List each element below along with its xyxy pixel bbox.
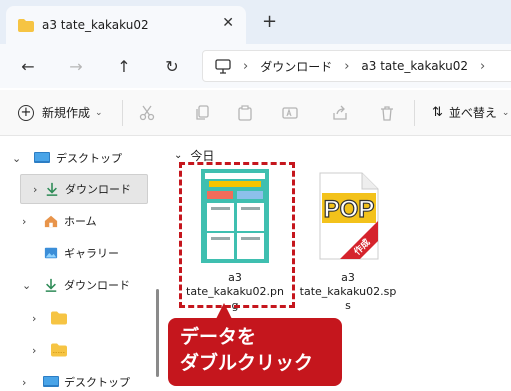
chevron-right-icon: › (243, 58, 249, 74)
chevron-right-icon: › (344, 58, 350, 74)
delete-icon[interactable] (377, 103, 397, 123)
share-icon[interactable] (330, 103, 350, 123)
sidebar-item-downloads-tree[interactable]: ⌄ ダウンロード (0, 270, 148, 300)
rename-icon[interactable] (280, 103, 300, 123)
chevron-down-icon: ⌄ (95, 107, 103, 118)
chevron-right-icon: › (480, 58, 486, 74)
sidebar-item-home[interactable]: › ホーム (0, 206, 148, 236)
sidebar-item-gallery[interactable]: ギャラリー (0, 238, 148, 268)
callout-pointer (216, 303, 232, 319)
breadcrumb-downloads[interactable]: ダウンロード (260, 58, 332, 75)
sidebar-item-label: ギャラリー (64, 247, 119, 260)
refresh-button[interactable]: ↻ (160, 54, 184, 78)
chevron-right-icon[interactable]: › (33, 183, 37, 196)
chevron-right-icon[interactable]: › (32, 312, 36, 325)
desktop-icon (43, 376, 59, 387)
tab-strip: a3 tate_kakaku02 ✕ + (0, 0, 511, 44)
download-icon (45, 278, 57, 292)
computer-icon (215, 58, 231, 74)
command-toolbar: + 新規作成 ⌄ ⇅ 並べ替え ⌄ (0, 90, 511, 136)
scrollbar[interactable] (156, 289, 159, 377)
file-item-sps[interactable]: POP 作成 a3 tate_kakaku02.sp s (292, 169, 404, 313)
download-icon (46, 182, 58, 196)
folder-icon (51, 311, 67, 325)
folder-icon (51, 343, 67, 357)
sidebar-item-label: ホーム (64, 215, 97, 228)
file-name-line: a3 (341, 271, 355, 284)
up-button[interactable]: ↑ (112, 54, 136, 78)
sidebar-item-label: ダウンロード (64, 279, 130, 292)
plus-icon: + (18, 104, 34, 121)
sidebar-item-label: ダウンロード (65, 183, 131, 196)
pop-maker-file-icon: POP 作成 (319, 172, 379, 260)
sidebar-item-desktop[interactable]: ⌄ デスクトップ (0, 143, 148, 173)
new-button-label: 新規作成 (42, 106, 91, 120)
chevron-right-icon[interactable]: › (22, 376, 26, 389)
close-tab-button[interactable]: ✕ (222, 15, 234, 31)
copy-icon[interactable] (192, 103, 212, 123)
callout-line: ダブルクリック (180, 352, 314, 374)
navigation-pane: ⌄ デスクトップ › ダウンロード › ホーム ギャラリー ⌄ ダウンロード ›… (0, 137, 160, 391)
sidebar-item-label: デスクトップ (56, 152, 122, 165)
highlight-frame (179, 162, 295, 308)
chevron-down-icon[interactable]: ⌄ (12, 152, 21, 165)
callout-line: データを (180, 326, 257, 348)
sort-icon: ⇅ (432, 105, 443, 120)
sidebar-item-label: デスクトップ (64, 376, 130, 389)
toolbar-divider (414, 100, 415, 126)
new-tab-button[interactable]: + (262, 11, 277, 32)
sidebar-item-downloads[interactable]: › ダウンロード (20, 174, 148, 204)
sidebar-item-desktop-tree[interactable]: › デスクトップ (0, 367, 148, 391)
chevron-down-icon: ⌄ (501, 107, 510, 118)
sidebar-item-folder[interactable]: › (0, 335, 148, 365)
toolbar-divider (122, 100, 123, 126)
file-name-line: s (345, 299, 351, 312)
paste-icon[interactable] (235, 103, 255, 123)
desktop-icon (34, 152, 50, 163)
chevron-right-icon[interactable]: › (22, 215, 26, 228)
back-button[interactable]: ← (16, 54, 40, 78)
chevron-down-icon[interactable]: ⌄ (22, 279, 31, 292)
address-bar[interactable]: › ダウンロード › a3 tate_kakaku02 › (202, 50, 511, 82)
chevron-right-icon[interactable]: › (32, 344, 36, 357)
pop-text: POP (324, 196, 375, 223)
sidebar-item-folder[interactable]: › (0, 303, 148, 333)
file-name-line: tate_kakaku02.sp (299, 285, 397, 298)
tab-active[interactable]: a3 tate_kakaku02 ✕ (6, 6, 246, 44)
gallery-icon (44, 247, 58, 259)
new-button[interactable]: + 新規作成 ⌄ (18, 104, 103, 121)
breadcrumb-current-folder[interactable]: a3 tate_kakaku02 (361, 59, 468, 73)
home-icon (44, 215, 58, 228)
folder-icon (18, 18, 34, 32)
cut-icon[interactable] (137, 103, 157, 123)
sort-button[interactable]: ⇅ 並べ替え ⌄ (432, 104, 509, 121)
chevron-down-icon: ⌄ (174, 150, 183, 161)
navigation-bar: ← → ↑ ↻ › ダウンロード › a3 tate_kakaku02 › (0, 44, 511, 88)
sort-button-label: 並べ替え (448, 106, 497, 120)
tab-title: a3 tate_kakaku02 (42, 18, 149, 32)
callout-annotation: データを ダブルクリック (168, 318, 342, 386)
forward-button[interactable]: → (64, 54, 88, 78)
